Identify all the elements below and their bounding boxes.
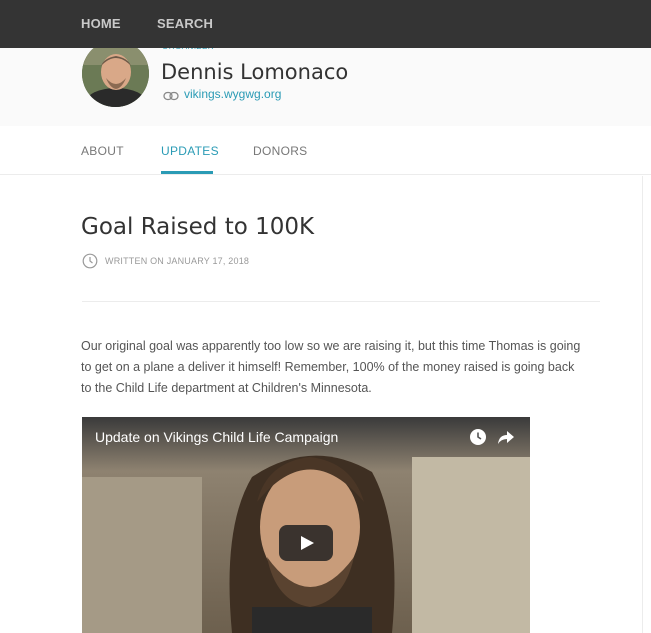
tab-donors[interactable]: DONORS (253, 144, 307, 158)
organizer-profile: ORGANIZER Dennis Lomonaco vikings.wygwg.… (0, 40, 651, 126)
video-player[interactable]: Update on Vikings Child Life Campaign (82, 417, 530, 633)
nav-search-link[interactable]: SEARCH (157, 16, 213, 31)
active-tab-indicator (161, 171, 213, 174)
organizer-website-link[interactable]: vikings.wygwg.org (184, 87, 281, 101)
sidebar-divider (642, 176, 643, 633)
profile-tabs: ABOUT UPDATES DONORS (0, 126, 651, 175)
nav-home-link[interactable]: HOME (81, 16, 121, 31)
play-button[interactable] (279, 525, 333, 561)
video-title: Update on Vikings Child Life Campaign (95, 429, 339, 445)
clock-icon (82, 253, 98, 274)
divider (82, 301, 600, 302)
watch-later-icon[interactable] (469, 428, 487, 451)
share-icon[interactable] (497, 428, 515, 451)
post-body: Our original goal was apparently too low… (81, 339, 581, 395)
tab-about[interactable]: ABOUT (81, 144, 124, 158)
link-icon (163, 88, 179, 106)
post-date: WRITTEN ON JANUARY 17, 2018 (105, 256, 250, 266)
post-title: Goal Raised to 100K (81, 214, 315, 240)
top-navbar: HOME SEARCH (0, 0, 651, 48)
tab-updates[interactable]: UPDATES (161, 144, 219, 158)
avatar (82, 40, 149, 107)
organizer-name: Dennis Lomonaco (161, 60, 349, 84)
